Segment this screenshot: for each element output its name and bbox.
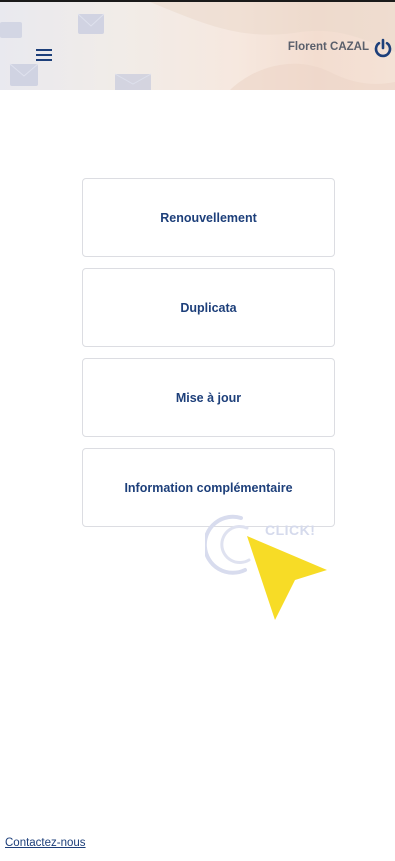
click-label: CLICK! (265, 522, 316, 538)
information-complementaire-button[interactable]: Information complémentaire (82, 448, 335, 527)
menu-item-label: Mise à jour (175, 390, 242, 405)
menu-item-label: Duplicata (180, 300, 237, 315)
duplicata-button[interactable]: Duplicata (82, 268, 335, 347)
user-name: Florent CAZAL (287, 41, 369, 53)
menu-item-label: Information complémentaire (124, 480, 293, 495)
mise-a-jour-button[interactable]: Mise à jour (82, 358, 335, 437)
app-header: Florent CAZAL (0, 2, 395, 90)
power-icon[interactable] (373, 38, 393, 58)
hamburger-menu-icon[interactable] (36, 45, 58, 65)
service-menu: Renouvellement Duplicata Mise à jour Inf… (82, 178, 335, 538)
menu-item-label: Renouvellement (160, 210, 257, 225)
cursor-arrow-icon (247, 536, 327, 620)
renouvellement-button[interactable]: Renouvellement (82, 178, 335, 257)
contact-link[interactable]: Contactez-nous (5, 837, 86, 849)
